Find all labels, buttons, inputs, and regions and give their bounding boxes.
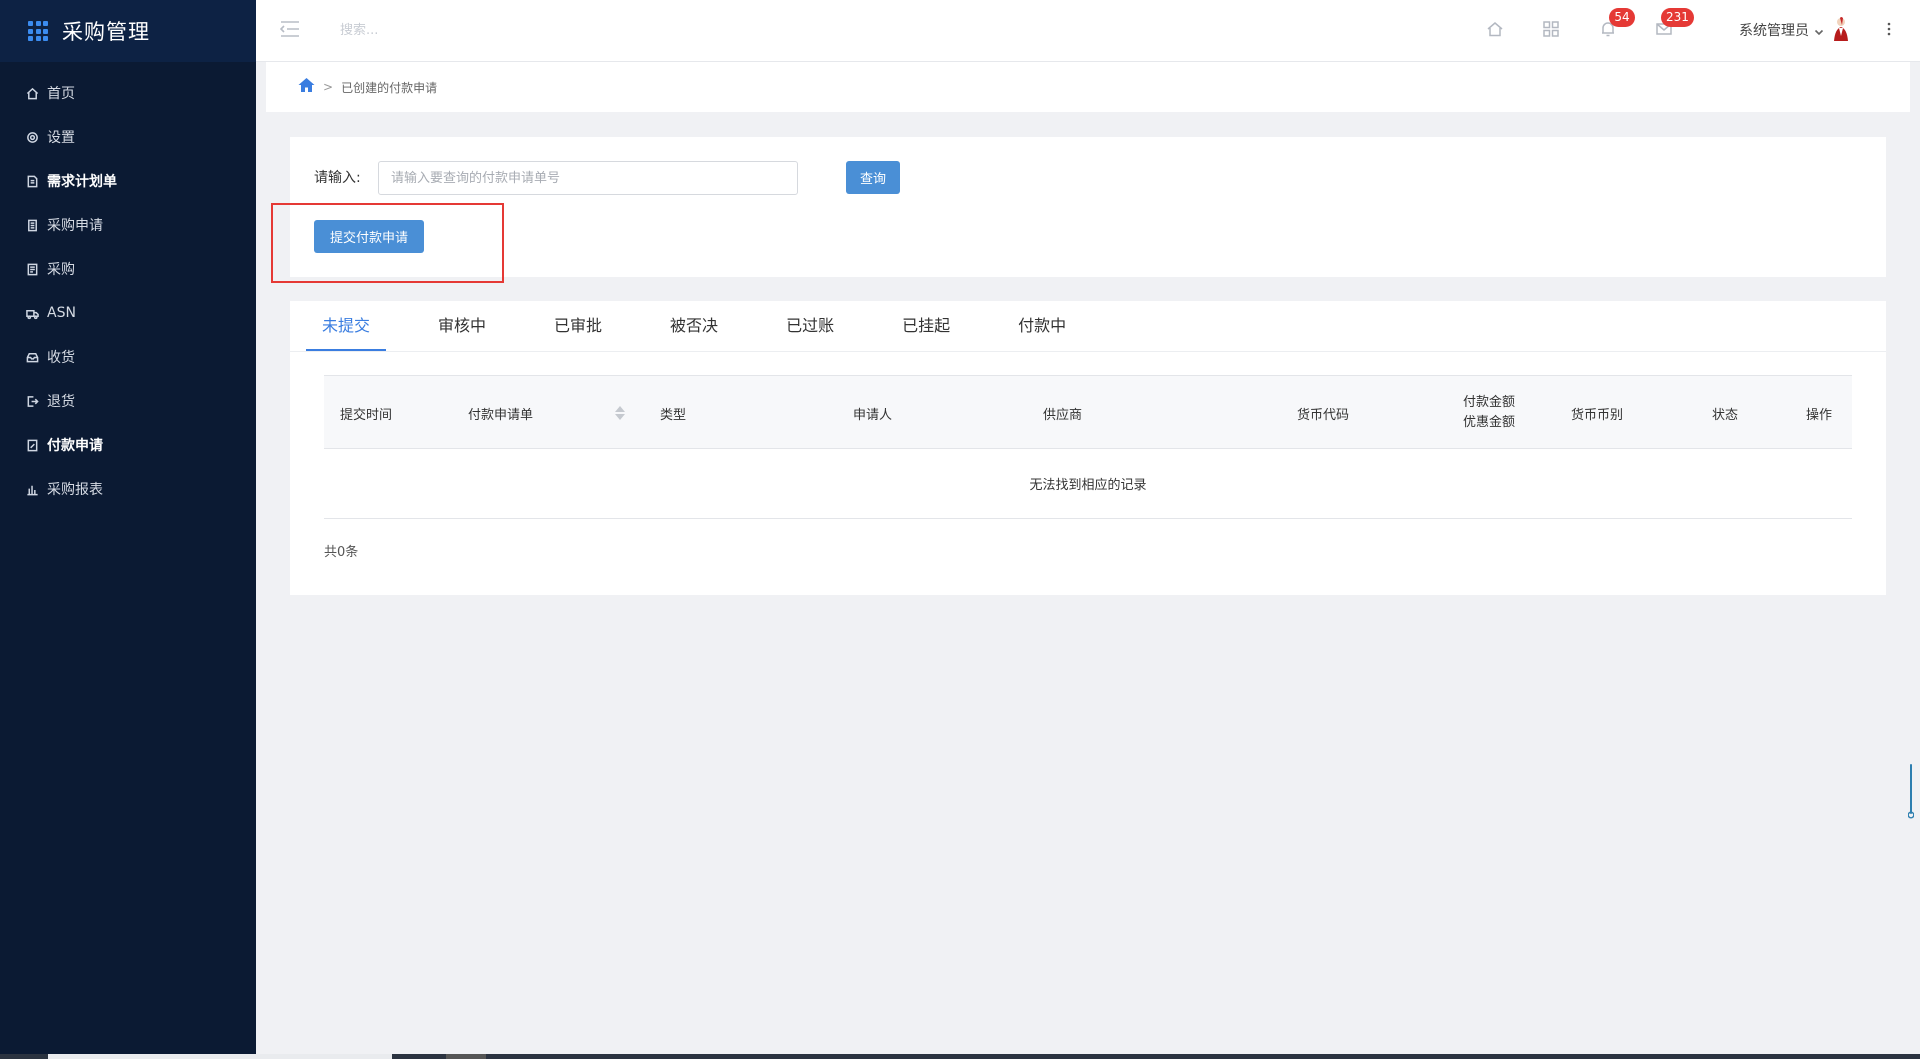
column-payment-request-no[interactable]: 付款申请单 <box>468 376 533 450</box>
doc-edit-icon <box>25 438 39 452</box>
bar-chart-icon <box>25 482 39 496</box>
apps-grid-icon <box>28 21 48 41</box>
list-panel: 未提交 审核中 已审批 被否决 已过账 已挂起 付款中 提交时间 付款申请单 类… <box>290 301 1886 595</box>
tab-unsubmitted[interactable]: 未提交 <box>306 301 387 351</box>
home-icon[interactable] <box>1486 20 1504 38</box>
notification-badge: 54 <box>1609 8 1635 27</box>
sidebar-item-label: 设置 <box>47 130 75 146</box>
doc-lines-icon <box>25 262 39 276</box>
sidebar-item-purchase[interactable]: 采购 <box>0 247 256 291</box>
grid-icon[interactable] <box>1542 20 1560 38</box>
column-currency-type[interactable]: 货币币别 <box>1571 376 1623 450</box>
total-count: 共0条 <box>324 545 359 560</box>
truck-icon <box>25 306 39 320</box>
highlight-box <box>271 203 504 283</box>
top-bar: 54 231 系统管理员 <box>256 0 1920 62</box>
inbox-icon <box>25 350 39 364</box>
sidebar-item-label: 需求计划单 <box>47 174 117 190</box>
payment-request-number-input[interactable] <box>378 161 798 195</box>
sidebar-item-label: 收货 <box>47 350 75 366</box>
document-icon <box>25 174 39 188</box>
chevron-down-icon <box>1814 25 1824 36</box>
menu-collapse-icon[interactable] <box>279 20 300 38</box>
scroll-handle[interactable] <box>1907 764 1915 820</box>
bell-icon[interactable]: 54 <box>1599 8 1635 38</box>
sidebar-item-label: 首页 <box>47 86 75 102</box>
column-actions[interactable]: 操作 <box>1806 376 1832 450</box>
bottom-bar <box>0 1054 1920 1059</box>
app-title: 采购管理 <box>62 20 150 44</box>
breadcrumb-separator: > <box>323 80 334 94</box>
file-list-icon <box>25 218 39 232</box>
tab-suspended[interactable]: 已挂起 <box>886 301 966 351</box>
gear-icon <box>25 130 39 144</box>
sidebar-item-purchase-report[interactable]: 采购报表 <box>0 467 256 511</box>
empty-table-message: 无法找到相应的记录 <box>324 449 1852 519</box>
mail-icon[interactable]: 231 <box>1655 8 1694 38</box>
sidebar-item-label: 采购申请 <box>47 218 103 234</box>
sidebar-item-home[interactable]: 首页 <box>0 71 256 115</box>
column-payment-amount: 付款金额 <box>1463 395 1516 410</box>
bottom-bar-segment <box>48 1054 392 1059</box>
table-header: 提交时间 付款申请单 类型 申请人 供应商 货币代码 付款金额 优惠金额 货币币… <box>324 375 1852 449</box>
breadcrumb-current: 已创建的付款申请 <box>341 80 438 95</box>
query-label: 请输入: <box>314 170 361 186</box>
column-amounts[interactable]: 付款金额 优惠金额 <box>1463 376 1515 450</box>
query-button[interactable]: 查询 <box>846 161 900 194</box>
sidebar-item-asn[interactable]: ASN <box>0 291 256 335</box>
tab-posted[interactable]: 已过账 <box>770 301 850 351</box>
column-currency-code[interactable]: 货币代码 <box>1297 376 1349 450</box>
sidebar-item-purchase-request[interactable]: 采购申请 <box>0 203 256 247</box>
tab-approved[interactable]: 已审批 <box>538 301 618 351</box>
user-menu[interactable]: 系统管理员 <box>1739 20 1824 40</box>
home-icon <box>25 86 39 100</box>
sidebar-item-returns[interactable]: 退货 <box>0 379 256 423</box>
column-status[interactable]: 状态 <box>1712 376 1738 450</box>
sidebar-item-label: 采购报表 <box>47 482 103 498</box>
sidebar-item-label: ASN <box>47 305 76 321</box>
app-logo[interactable]: 采购管理 <box>0 0 256 62</box>
column-submit-time[interactable]: 提交时间 <box>340 376 392 450</box>
sidebar-item-settings[interactable]: 设置 <box>0 115 256 159</box>
sidebar-item-label: 付款申请 <box>47 438 103 454</box>
avatar[interactable] <box>1830 16 1852 42</box>
sidebar-item-receiving[interactable]: 收货 <box>0 335 256 379</box>
sidebar-item-label: 退货 <box>47 394 75 410</box>
tab-rejected[interactable]: 被否决 <box>654 301 734 351</box>
exit-icon <box>25 394 39 408</box>
column-supplier[interactable]: 供应商 <box>1043 376 1082 450</box>
tabs-divider <box>290 351 1886 352</box>
more-vertical-icon[interactable] <box>1886 20 1892 38</box>
global-search-input[interactable] <box>340 18 560 42</box>
tab-paying[interactable]: 付款中 <box>1002 301 1082 351</box>
breadcrumb: > 已创建的付款申请 <box>266 62 1910 112</box>
status-tabs: 未提交 审核中 已审批 被否决 已过账 已挂起 付款中 <box>306 301 1118 351</box>
user-name: 系统管理员 <box>1739 23 1809 39</box>
sidebar-item-payment-request[interactable]: 付款申请 <box>0 423 256 467</box>
message-badge: 231 <box>1661 8 1694 27</box>
column-type[interactable]: 类型 <box>660 376 686 450</box>
sidebar-menu: 首页 设置 需求计划单 采购申请 采购 ASN 收货 退货 付款申请 采购报表 <box>0 62 256 511</box>
bottom-bar-segment <box>446 1054 486 1059</box>
sidebar-item-label: 采购 <box>47 262 75 278</box>
sidebar-item-demand-plan[interactable]: 需求计划单 <box>0 159 256 203</box>
breadcrumb-home-icon[interactable] <box>298 77 315 97</box>
query-panel: 请输入: 查询 提交付款申请 <box>290 137 1886 277</box>
tab-under-review[interactable]: 审核中 <box>422 301 502 351</box>
sort-icon[interactable] <box>614 404 626 422</box>
column-discount-amount: 优惠金额 <box>1463 415 1516 430</box>
sidebar: 采购管理 首页 设置 需求计划单 采购申请 采购 ASN 收货 退货 付款申请 … <box>0 0 256 1059</box>
column-applicant[interactable]: 申请人 <box>853 376 892 450</box>
payment-request-table: 提交时间 付款申请单 类型 申请人 供应商 货币代码 付款金额 优惠金额 货币币… <box>324 375 1852 519</box>
